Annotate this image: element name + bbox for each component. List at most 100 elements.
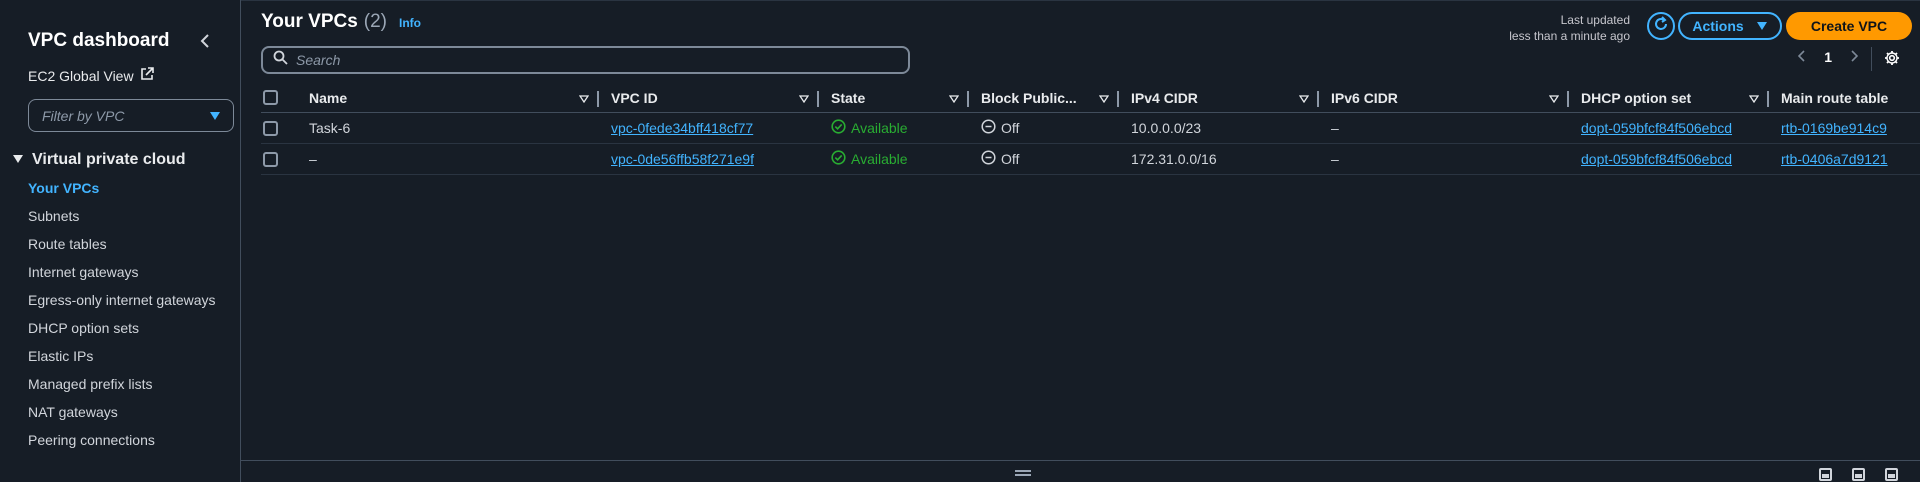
sidebar-title[interactable]: VPC dashboard bbox=[28, 30, 169, 52]
actions-button[interactable]: Actions bbox=[1678, 12, 1782, 40]
info-link[interactable]: Info bbox=[399, 16, 421, 30]
row-checkbox[interactable] bbox=[263, 120, 278, 136]
cell-state: Available bbox=[819, 144, 969, 174]
refresh-button[interactable] bbox=[1647, 12, 1675, 40]
column-header-ipv4-cidr[interactable]: IPv4 CIDR bbox=[1119, 83, 1319, 112]
vpc-id-link[interactable]: vpc-0de56ffb58f271e9f bbox=[611, 151, 754, 167]
dhcp-option-set-link[interactable]: dopt-059bfcf84f506ebcd bbox=[1581, 151, 1732, 167]
ec2-global-view-link[interactable]: EC2 Global View bbox=[0, 64, 240, 87]
cell-ipv6-cidr: – bbox=[1331, 151, 1339, 167]
next-page-icon[interactable] bbox=[1850, 49, 1859, 65]
sidebar-item-nat-gateways[interactable]: NAT gateways bbox=[28, 398, 218, 426]
select-all-checkbox[interactable] bbox=[263, 90, 278, 105]
pager-divider bbox=[1871, 47, 1872, 71]
sidebar-item-subnets[interactable]: Subnets bbox=[28, 202, 218, 230]
cell-name: Task-6 bbox=[309, 120, 351, 136]
create-vpc-button[interactable]: Create VPC bbox=[1786, 12, 1912, 40]
actions-label: Actions bbox=[1692, 18, 1744, 34]
column-header-main-route-table[interactable]: Main route table bbox=[1769, 83, 1920, 112]
caret-down-icon bbox=[209, 108, 221, 124]
panel-side-icon[interactable] bbox=[1885, 468, 1898, 481]
cell-main-route-table: rtb-0169be914c9 bbox=[1769, 113, 1920, 143]
column-header-state[interactable]: State bbox=[819, 83, 969, 112]
previous-page-icon[interactable] bbox=[1798, 49, 1806, 65]
column-header-label: State bbox=[831, 89, 866, 106]
sidebar-item-route-tables[interactable]: Route tables bbox=[28, 230, 218, 258]
external-link-icon bbox=[140, 67, 154, 84]
cell-ipv4-cidr: 10.0.0.0/23 bbox=[1131, 120, 1202, 136]
panel-position-controls bbox=[1819, 468, 1898, 481]
sort-icon bbox=[1748, 90, 1760, 106]
column-header-label: IPv4 CIDR bbox=[1131, 89, 1198, 106]
column-header-block-public[interactable]: Block Public... bbox=[969, 83, 1119, 112]
current-page-number[interactable]: 1 bbox=[1824, 49, 1832, 65]
table-row[interactable]: Task-6 vpc-0fede34bff418cf77 Available O… bbox=[261, 113, 1920, 144]
row-checkbox[interactable] bbox=[263, 151, 278, 167]
sidebar-item-managed-prefix-lists[interactable]: Managed prefix lists bbox=[28, 370, 218, 398]
search-field[interactable] bbox=[261, 46, 910, 74]
page-header: Your VPCs (2) Info bbox=[261, 11, 421, 33]
cell-state: Available bbox=[819, 113, 969, 143]
off-text: Off bbox=[1001, 120, 1020, 136]
sidebar-header: VPC dashboard bbox=[0, 0, 240, 62]
search-icon bbox=[273, 50, 288, 70]
sort-icon bbox=[1098, 90, 1110, 106]
minus-circle-icon bbox=[981, 119, 996, 137]
split-panel-bar bbox=[241, 460, 1920, 482]
cell-name: – bbox=[309, 151, 317, 167]
cell-dhcp-option-set: dopt-059bfcf84f506ebcd bbox=[1569, 144, 1769, 174]
section-title: Virtual private cloud bbox=[32, 151, 186, 168]
column-header-vpc-id[interactable]: VPC ID bbox=[599, 83, 819, 112]
cell-vpc-id: vpc-0fede34bff418cf77 bbox=[599, 113, 819, 143]
dhcp-option-set-link[interactable]: dopt-059bfcf84f506ebcd bbox=[1581, 120, 1732, 136]
filter-by-vpc-select[interactable]: Filter by VPC bbox=[28, 99, 234, 132]
last-updated-label: Last updated bbox=[1560, 13, 1630, 27]
sidebar-item-your-vpcs[interactable]: Your VPCs bbox=[28, 174, 218, 202]
side-navigation: VPC dashboard EC2 Global View Filter by … bbox=[0, 0, 241, 482]
panel-maximize-icon[interactable] bbox=[1852, 468, 1865, 481]
search-input[interactable] bbox=[296, 52, 876, 68]
resize-handle[interactable] bbox=[1015, 470, 1031, 476]
sidebar-item-peering-connections[interactable]: Peering connections bbox=[28, 426, 218, 454]
off-text: Off bbox=[1001, 151, 1020, 167]
sidebar-nav-list: Your VPCs Subnets Route tables Internet … bbox=[0, 174, 240, 454]
route-table-link[interactable]: rtb-0406a7d9121 bbox=[1781, 151, 1888, 167]
sidebar-item-elastic-ips[interactable]: Elastic IPs bbox=[28, 342, 218, 370]
close-navigation-icon[interactable] bbox=[194, 30, 216, 52]
pagination: 1 bbox=[1798, 49, 1859, 65]
cell-ipv4-cidr: 172.31.0.0/16 bbox=[1131, 151, 1217, 167]
panel-bottom-icon[interactable] bbox=[1819, 468, 1832, 481]
off-indicator: Off bbox=[981, 150, 1019, 168]
status-badge: Available bbox=[831, 150, 908, 168]
vpc-id-link[interactable]: vpc-0fede34bff418cf77 bbox=[611, 120, 753, 136]
sidebar-item-internet-gateways[interactable]: Internet gateways bbox=[28, 258, 218, 286]
ec2-global-view-label: EC2 Global View bbox=[28, 67, 134, 84]
refresh-icon bbox=[1653, 15, 1669, 37]
page-title: Your VPCs bbox=[261, 11, 358, 32]
table-row[interactable]: – vpc-0de56ffb58f271e9f Available Off 17… bbox=[261, 144, 1920, 175]
off-indicator: Off bbox=[981, 119, 1019, 137]
caret-expanded-icon bbox=[12, 151, 24, 169]
table-header-row: Name VPC ID State Block Public... IPv4 C… bbox=[261, 83, 1920, 113]
filter-by-vpc-placeholder: Filter by VPC bbox=[42, 107, 125, 124]
cell-vpc-id: vpc-0de56ffb58f271e9f bbox=[599, 144, 819, 174]
sidebar-item-egress-only-internet-gateways[interactable]: Egress-only internet gateways bbox=[28, 286, 218, 314]
route-table-link[interactable]: rtb-0169be914c9 bbox=[1781, 120, 1887, 136]
column-header-label: Main route table bbox=[1781, 89, 1889, 106]
sort-icon bbox=[948, 90, 960, 106]
last-updated-value: less than a minute ago bbox=[1509, 29, 1630, 43]
column-header-label: DHCP option set bbox=[1581, 89, 1692, 106]
gear-icon[interactable] bbox=[1884, 50, 1900, 71]
status-text: Available bbox=[851, 151, 908, 167]
sort-icon bbox=[1548, 90, 1560, 106]
section-virtual-private-cloud[interactable]: Virtual private cloud bbox=[0, 151, 240, 169]
status-badge: Available bbox=[831, 119, 908, 137]
sidebar-item-dhcp-option-sets[interactable]: DHCP option sets bbox=[28, 314, 218, 342]
column-header-name[interactable]: Name bbox=[297, 83, 599, 112]
column-header-ipv6-cidr[interactable]: IPv6 CIDR bbox=[1319, 83, 1569, 112]
cell-dhcp-option-set: dopt-059bfcf84f506ebcd bbox=[1569, 113, 1769, 143]
column-header-dhcp-option-set[interactable]: DHCP option set bbox=[1569, 83, 1769, 112]
check-circle-icon bbox=[831, 119, 846, 137]
vpc-count: (2) bbox=[363, 11, 388, 32]
sort-icon bbox=[798, 90, 810, 106]
